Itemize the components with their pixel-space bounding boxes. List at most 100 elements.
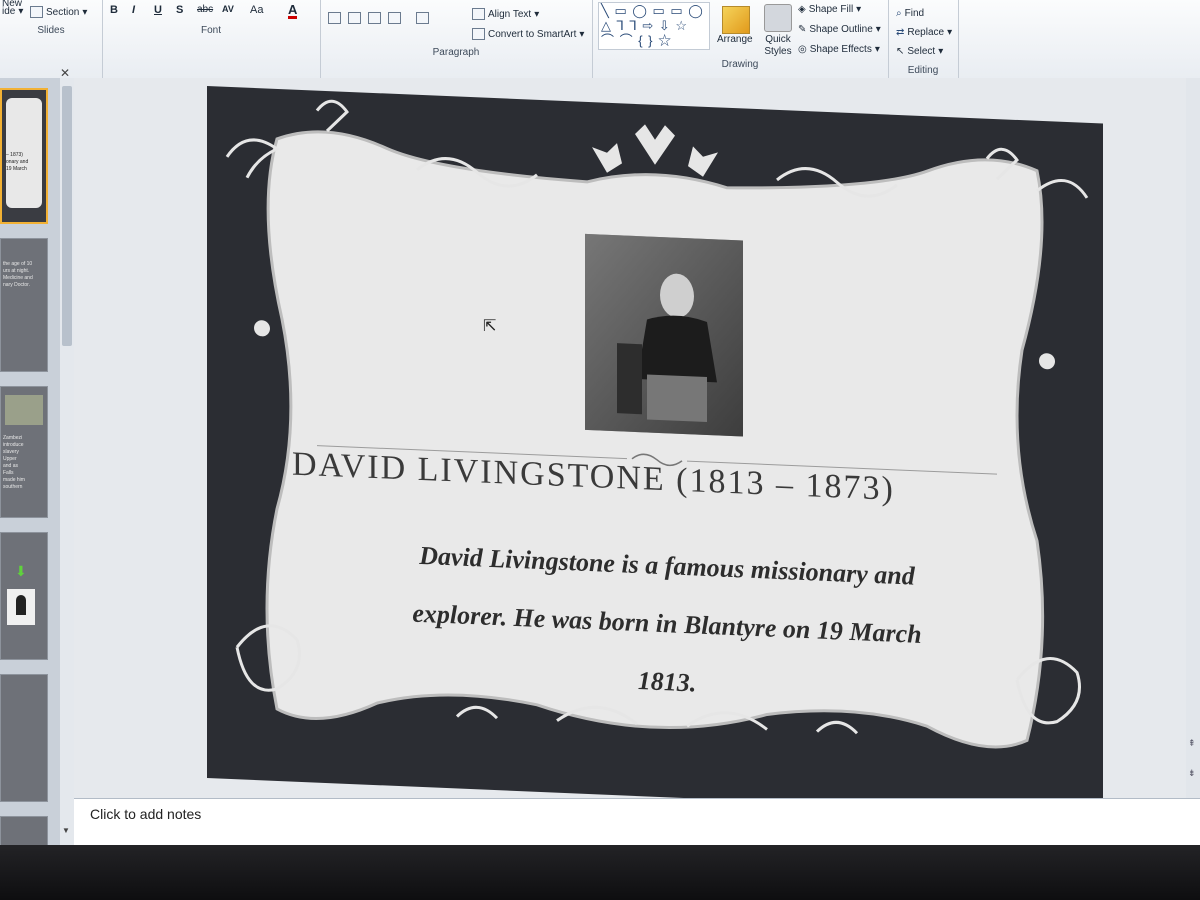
change-case-button[interactable]: Aa <box>250 4 263 16</box>
scroll-down-icon[interactable]: ▼ <box>62 826 70 835</box>
slide-scrollbar[interactable]: ⇞ ⇟ <box>1186 78 1200 798</box>
thumbnail-text <box>1 675 47 679</box>
slide-thumbnail-1[interactable]: – 1873) onary and 19 March <box>0 88 48 224</box>
slide-canvas[interactable]: DAVID LIVINGSTONE (1813 – 1873) David Li… <box>207 86 1103 816</box>
convert-smartart-button[interactable]: Convert to SmartArt ▾ <box>472 28 584 40</box>
slides-group: New ide ▾ Section ▾ Slides <box>0 0 103 78</box>
monitor-bezel <box>0 845 1200 900</box>
layout-label: ide <box>2 6 16 17</box>
arrange-button[interactable]: Arrange <box>717 34 753 45</box>
paint-bucket-icon: ◈ <box>798 4 806 15</box>
slide-thumbnail-6[interactable] <box>0 816 48 845</box>
shape-outline-label: Shape Outline <box>809 24 873 35</box>
portrait-photo <box>585 233 743 437</box>
shape-effects-button[interactable]: ◎ Shape Effects ▾ <box>798 44 880 55</box>
arrow-down-icon: ⬇ <box>15 563 27 579</box>
shape-fill-label: Shape Fill <box>808 4 854 15</box>
previous-slide-icon[interactable]: ⇞ <box>1188 738 1196 749</box>
find-button[interactable]: ⌕ Find <box>896 8 924 19</box>
chevron-down-icon: ▾ <box>947 27 953 38</box>
cursor-icon: ↖ <box>896 46 905 57</box>
bold-button[interactable]: B <box>110 4 118 16</box>
paragraph-group: Align Text ▾ Convert to SmartArt ▾ Paragra… <box>320 0 593 78</box>
chevron-down-icon: ▾ <box>856 4 862 15</box>
shadow-button[interactable]: S <box>176 4 183 16</box>
chevron-down-icon: ▾ <box>18 6 24 17</box>
align-center-icon[interactable] <box>348 12 361 24</box>
align-text-button[interactable]: Align Text ▾ <box>472 8 539 20</box>
slide-thumbnail-3[interactable]: Zambezi introduce slavery Upper and as F… <box>0 386 48 518</box>
quick-styles-icon <box>764 4 792 32</box>
editing-group: ⌕ Find ⇄ Replace ▾ ↖ Select ▾ Editing <box>888 0 959 78</box>
align-text-icon <box>472 8 485 20</box>
scrollbar-thumb[interactable] <box>62 86 72 346</box>
shape-effects-label: Shape Effects <box>809 44 872 55</box>
strikethrough-button[interactable]: abc <box>197 4 213 15</box>
section-icon <box>30 6 43 18</box>
thumbnail-text: Zambezi introduce slavery Upper and as F… <box>3 435 25 490</box>
binoculars-icon: ⌕ <box>896 8 902 19</box>
character-spacing-button[interactable]: AV <box>222 4 234 14</box>
next-slide-icon[interactable]: ⇟ <box>1188 768 1196 779</box>
slide-body-text[interactable]: David Livingstone is a famous missionary… <box>317 523 1017 726</box>
section-label: Section <box>46 6 80 18</box>
shapes-row: ╲ ▭ ◯ ▭ ▭ ◯ <box>601 3 704 18</box>
section-button[interactable]: Section ▾ <box>30 6 87 18</box>
drawing-group-label: Drawing <box>721 59 759 70</box>
replace-icon: ⇄ <box>896 27 905 38</box>
quick-styles-label: Quick Styles <box>764 34 792 57</box>
slides-group-label: Slides <box>37 25 65 36</box>
select-label: Select <box>907 46 936 57</box>
font-color-button[interactable]: A <box>288 3 298 19</box>
notes-pane[interactable]: Click to add notes <box>74 798 1200 845</box>
shapes-row: ⌒ ⌒ { } ☆ <box>601 33 673 48</box>
select-button[interactable]: ↖ Select ▾ <box>896 46 943 57</box>
columns-icon[interactable] <box>416 12 429 24</box>
thumbnail-text: – 1873) onary and 19 March <box>6 152 29 172</box>
chevron-down-icon: ▾ <box>938 46 944 57</box>
convert-smartart-label: Convert to SmartArt <box>488 28 577 40</box>
find-label: Find <box>904 8 925 19</box>
smartart-icon <box>472 28 485 40</box>
align-left-icon[interactable] <box>328 12 341 24</box>
font-group-label: Font <box>200 25 221 36</box>
pencil-icon: ✎ <box>798 24 807 35</box>
editing-group-label: Editing <box>907 65 939 76</box>
effects-icon: ◎ <box>798 44 807 55</box>
thumbnail-portrait <box>7 589 35 625</box>
layout-button[interactable]: ide ▾ <box>2 6 23 17</box>
ribbon: New ide ▾ Section ▾ Slides B I U S abc AV … <box>0 0 1200 79</box>
shapes-row: △ ⅂ ⅂ ⇨ ⇩ ☆ <box>601 18 688 33</box>
slide-thumbnail-4[interactable]: ⬇ <box>0 532 48 660</box>
mouse-pointer-icon: ⇱ <box>483 318 497 335</box>
arrange-icon <box>722 6 750 34</box>
slide-thumbnail-2[interactable]: the age of 10 urs at night. Medicine and… <box>0 238 48 372</box>
chevron-down-icon: ▾ <box>579 28 585 40</box>
chevron-down-icon: ▾ <box>82 6 88 18</box>
thumbnails-scrollbar[interactable]: ▼ <box>60 78 74 845</box>
underline-button[interactable]: U <box>154 4 162 16</box>
align-right-icon[interactable] <box>368 12 381 24</box>
font-group: B I U S abc AV Aa A Font <box>102 0 321 78</box>
thumbnail-text <box>1 533 47 537</box>
italic-button[interactable]: I <box>132 4 135 16</box>
justify-icon[interactable] <box>388 12 401 24</box>
slide-thumbnail-5[interactable] <box>0 674 48 802</box>
shape-outline-button[interactable]: ✎ Shape Outline ▾ <box>798 24 881 35</box>
shape-fill-button[interactable]: ◈ Shape Fill ▾ <box>798 4 861 15</box>
paragraph-group-label: Paragraph <box>432 47 480 58</box>
chevron-down-icon: ▾ <box>875 24 881 35</box>
drawing-group: ╲ ▭ ◯ ▭ ▭ ◯ △ ⅂ ⅂ ⇨ ⇩ ☆ ⌒ ⌒ { } ☆ Arrang… <box>592 0 889 78</box>
replace-button[interactable]: ⇄ Replace ▾ <box>896 27 952 38</box>
shapes-gallery[interactable]: ╲ ▭ ◯ ▭ ▭ ◯ △ ⅂ ⅂ ⇨ ⇩ ☆ ⌒ ⌒ { } ☆ <box>598 2 710 50</box>
notes-placeholder[interactable]: Click to add notes <box>90 806 201 822</box>
slide-thumbnails-panel: ✕ – 1873) onary and 19 March the age of … <box>0 66 75 845</box>
chevron-down-icon: ▾ <box>534 8 540 20</box>
chevron-down-icon: ▾ <box>874 44 880 55</box>
powerpoint-window: New ide ▾ Section ▾ Slides B I U S abc AV … <box>0 0 1200 845</box>
quick-styles-button[interactable]: Quick Styles <box>758 34 798 58</box>
thumbnail-image <box>5 395 43 425</box>
align-text-label: Align Text <box>488 8 532 20</box>
replace-label: Replace <box>907 27 945 38</box>
arrange-label: Arrange <box>717 34 753 45</box>
